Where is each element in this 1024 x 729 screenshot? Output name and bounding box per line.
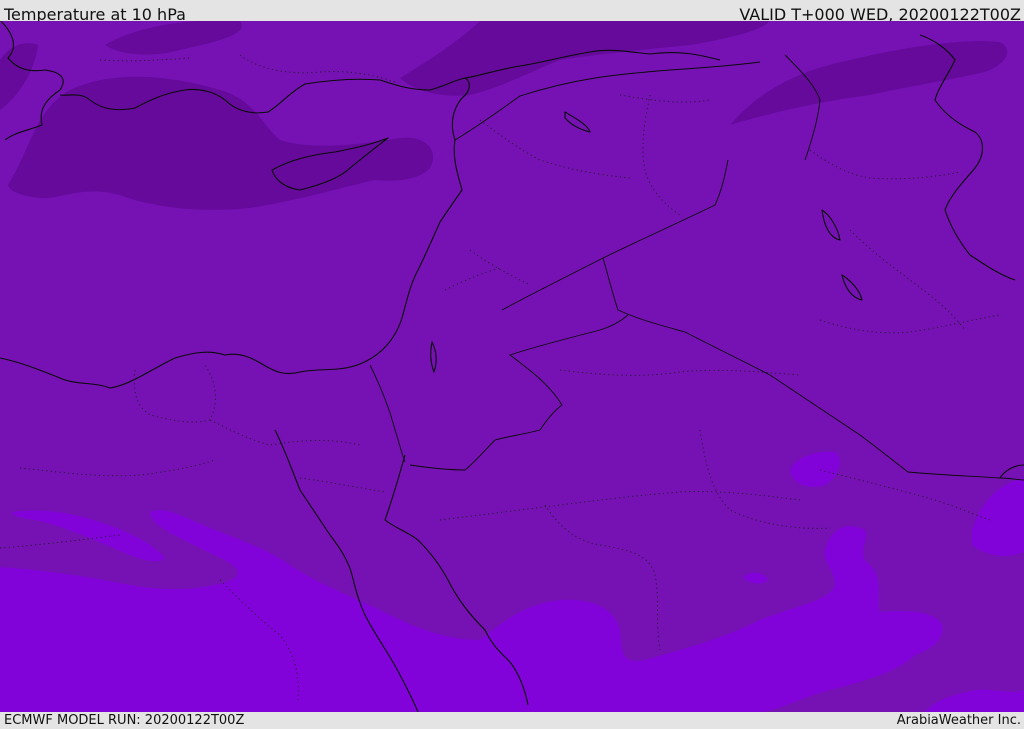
model-run: ECMWF MODEL RUN: 20200122T00Z <box>4 713 245 728</box>
temperature-map[interactable] <box>0 21 1024 712</box>
bottom-bar: ECMWF MODEL RUN: 20200122T00Z ArabiaWeat… <box>0 712 1024 729</box>
top-bar: Temperature at 10 hPa VALID T+000 WED, 2… <box>0 0 1024 24</box>
map-panel[interactable] <box>0 21 1024 712</box>
credit: ArabiaWeather Inc. <box>896 713 1021 728</box>
